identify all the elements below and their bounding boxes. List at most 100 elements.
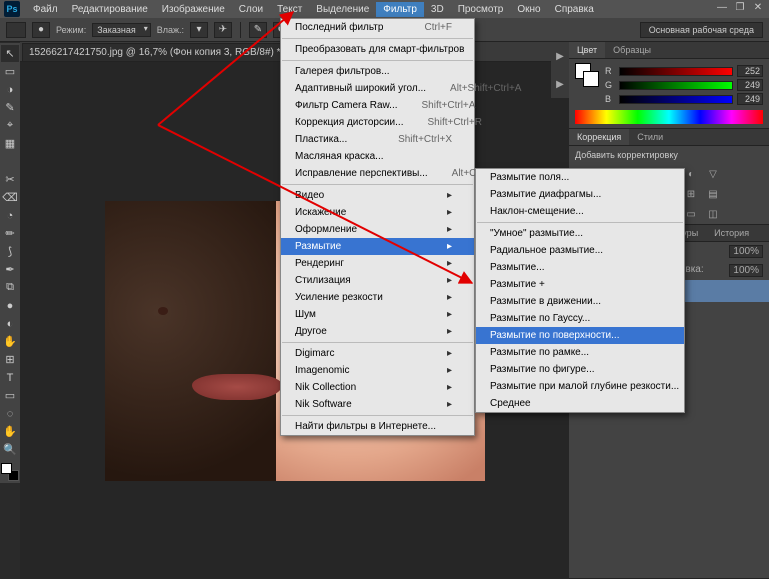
tool-20[interactable]: ◌ <box>1 405 19 422</box>
window-minimize-button[interactable]: — <box>713 0 731 14</box>
menu-item[interactable]: Радиальное размытие... <box>476 242 684 259</box>
menu-просмотр[interactable]: Просмотр <box>451 2 511 17</box>
play-icon[interactable]: ▶ <box>556 51 564 62</box>
menu-item[interactable]: Последний фильтрCtrl+F <box>281 19 474 36</box>
channel-mixer-icon[interactable]: ⊞ <box>683 187 699 201</box>
menu-item[interactable]: Шум▸ <box>281 306 474 323</box>
menu-файл[interactable]: Файл <box>26 2 65 17</box>
collapsed-panel-strip[interactable]: ▶ ▶ <box>551 42 569 98</box>
tool-7[interactable]: ✂ <box>1 171 19 188</box>
blur-submenu[interactable]: Размытие поля...Размытие диафрагмы...Нак… <box>475 168 685 413</box>
menu-item[interactable]: Размытие по поверхности... <box>476 327 684 344</box>
filter-menu[interactable]: Последний фильтрCtrl+F Преобразовать для … <box>280 18 475 436</box>
color-slider-r[interactable] <box>619 67 733 76</box>
menu-item[interactable]: Наклон-смещение... <box>476 203 684 220</box>
menu-item[interactable]: Рендеринг▸ <box>281 255 474 272</box>
menu-справка[interactable]: Справка <box>548 2 601 17</box>
menu-item[interactable]: Найти фильтры в Интернете... <box>281 418 474 435</box>
airbrush-icon[interactable]: ✈ <box>214 22 232 38</box>
tablet-pressure-icon[interactable]: ✎ <box>249 22 267 38</box>
flow-arrow-icon[interactable]: ▾ <box>190 22 208 38</box>
lut-icon[interactable]: ▤ <box>705 187 721 201</box>
menu-item[interactable]: Исправление перспективы...Alt+Ctrl+V <box>281 165 474 182</box>
opacity-value[interactable]: 100% <box>729 245 763 258</box>
menu-item[interactable]: Усиление резкости▸ <box>281 289 474 306</box>
menu-item[interactable]: Стилизация▸ <box>281 272 474 289</box>
tool-4[interactable]: ⌖ <box>1 117 19 134</box>
tool-22[interactable]: 🔍 <box>1 441 19 458</box>
tool-14[interactable]: ● <box>1 297 19 314</box>
tool-5[interactable]: ▦ <box>1 135 19 152</box>
menu-item[interactable]: Галерея фильтров... <box>281 63 474 80</box>
menu-item[interactable]: Imagenomic▸ <box>281 362 474 379</box>
menu-item[interactable]: Nik Software▸ <box>281 396 474 413</box>
workspace-switcher[interactable]: Основная рабочая среда <box>640 22 763 38</box>
tool-17[interactable]: ⊞ <box>1 351 19 368</box>
menu-item[interactable]: Коррекция дисторсии...Shift+Ctrl+R <box>281 114 474 131</box>
window-close-button[interactable]: ✕ <box>749 0 767 14</box>
menu-item[interactable]: Размытие в движении... <box>476 293 684 310</box>
menu-item[interactable]: Адаптивный широкий угол...Alt+Shift+Ctrl… <box>281 80 474 97</box>
tool-6[interactable] <box>1 153 19 170</box>
tool-11[interactable]: ⟆ <box>1 243 19 260</box>
fg-bg-swatch[interactable] <box>575 63 599 87</box>
tool-9[interactable]: ◔ <box>1 207 19 224</box>
brush-size-icon[interactable]: ● <box>32 22 50 38</box>
menu-item[interactable]: Размытие по Гауссу... <box>476 310 684 327</box>
tool-0[interactable]: ↖ <box>1 45 19 62</box>
menu-item[interactable]: Искажение▸ <box>281 204 474 221</box>
fill-value[interactable]: 100% <box>729 264 763 277</box>
menu-слои[interactable]: Слои <box>232 2 270 17</box>
menu-item[interactable]: Фильтр Camera Raw...Shift+Ctrl+A <box>281 97 474 114</box>
menu-item[interactable]: Пластика...Shift+Ctrl+X <box>281 131 474 148</box>
selective-color-icon[interactable]: ◫ <box>705 207 721 221</box>
tool-2[interactable]: ◑ <box>1 81 19 98</box>
menu-item[interactable]: "Умное" размытие... <box>476 225 684 242</box>
tool-16[interactable]: ✋ <box>1 333 19 350</box>
tool-18[interactable]: T <box>1 369 19 386</box>
play-icon[interactable]: ▶ <box>556 79 564 90</box>
tool-10[interactable]: ✏ <box>1 225 19 242</box>
color-value-r[interactable]: 252 <box>737 65 763 77</box>
tool-preset-swatch[interactable] <box>6 22 26 38</box>
menu-item[interactable]: Размытие поля... <box>476 169 684 186</box>
color-spectrum[interactable] <box>575 110 763 124</box>
color-value-b[interactable]: 249 <box>737 93 763 105</box>
tool-12[interactable]: ✒ <box>1 261 19 278</box>
menu-item[interactable]: Преобразовать для смарт-фильтров <box>281 41 474 58</box>
menu-item[interactable]: Размытие + <box>476 276 684 293</box>
tool-13[interactable]: ⧉ <box>1 279 19 296</box>
gradient-map-icon[interactable]: ▭ <box>683 207 699 221</box>
document-tab[interactable]: 15266217421750.jpg @ 16,7% (Фон копия 3,… <box>22 43 300 61</box>
menu-item[interactable]: Nik Collection▸ <box>281 379 474 396</box>
menu-item[interactable]: Оформление▸ <box>281 221 474 238</box>
menu-item[interactable]: Размытие... <box>476 259 684 276</box>
menu-item[interactable]: Размытие по рамке... <box>476 344 684 361</box>
tool-21[interactable]: ✋ <box>1 423 19 440</box>
tab-adjustments[interactable]: Коррекция <box>569 129 629 145</box>
menu-item[interactable]: Масляная краска... <box>281 148 474 165</box>
color-value-g[interactable]: 249 <box>737 79 763 91</box>
fg-bg-color-swatch[interactable] <box>1 463 19 481</box>
window-maximize-button[interactable]: ❐ <box>731 0 749 14</box>
tab-styles[interactable]: Стили <box>629 129 671 145</box>
menu-редактирование[interactable]: Редактирование <box>65 2 155 17</box>
menu-item[interactable]: Размытие по фигуре... <box>476 361 684 378</box>
tool-19[interactable]: ▭ <box>1 387 19 404</box>
color-slider-g[interactable] <box>619 81 733 90</box>
tool-8[interactable]: ⌫ <box>1 189 19 206</box>
tool-3[interactable]: ✎ <box>1 99 19 116</box>
menu-окно[interactable]: Окно <box>510 2 547 17</box>
menu-изображение[interactable]: Изображение <box>155 2 232 17</box>
tab-history[interactable]: История <box>706 225 757 241</box>
tab-color[interactable]: Цвет <box>569 42 605 58</box>
menu-текст[interactable]: Текст <box>270 2 309 17</box>
tool-15[interactable]: ◐ <box>1 315 19 332</box>
menu-item[interactable]: Размытие▸ <box>281 238 474 255</box>
menu-3d[interactable]: 3D <box>424 2 451 17</box>
menu-item[interactable]: Среднее <box>476 395 684 412</box>
color-slider-b[interactable] <box>619 95 733 104</box>
vibrance-icon[interactable]: ▽ <box>705 167 721 181</box>
menu-item[interactable]: Размытие при малой глубине резкости... <box>476 378 684 395</box>
exposure-icon[interactable]: ◐ <box>683 167 699 181</box>
